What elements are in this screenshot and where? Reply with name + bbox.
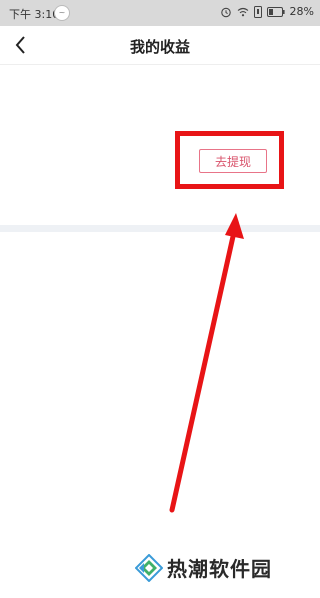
- watermark-text: 热潮软件园: [167, 557, 272, 581]
- watermark: 热潮软件园: [135, 553, 272, 582]
- logo-icon: [135, 553, 163, 582]
- annotation-arrow: [169, 213, 244, 513]
